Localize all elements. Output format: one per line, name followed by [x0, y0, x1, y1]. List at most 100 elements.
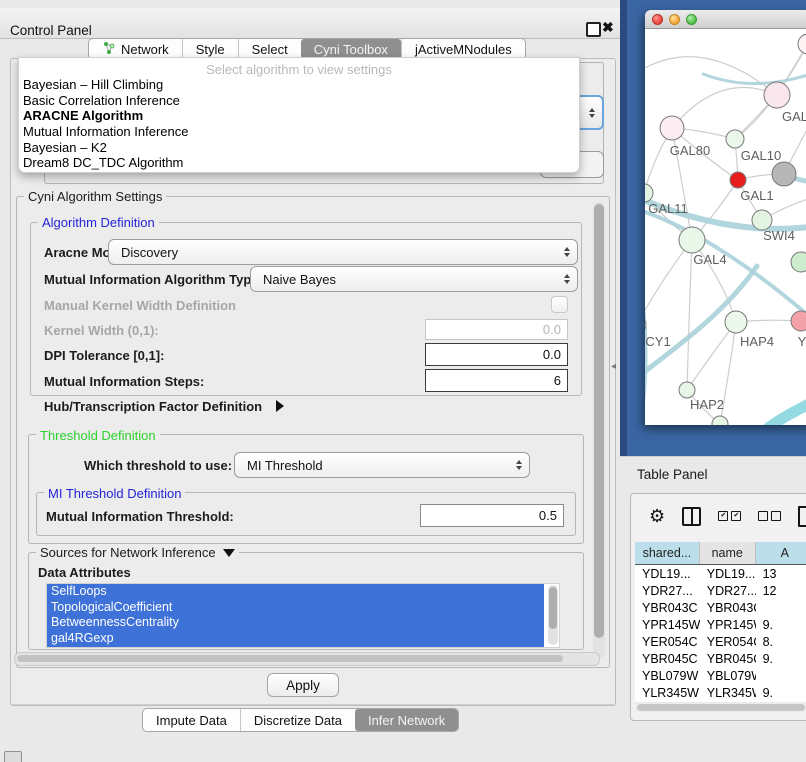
zoom-traffic-light-icon[interactable] [686, 14, 697, 25]
tab-discretize-data[interactable]: Discretize Data [240, 709, 355, 731]
table-row[interactable]: YBR043CYBR043C [635, 599, 806, 616]
algorithm-option[interactable]: Basic Correlation Inference [23, 93, 573, 109]
tab-infer-network[interactable]: Infer Network [355, 709, 458, 731]
mi-steps-field[interactable]: 6 [425, 369, 568, 392]
attribute-list-item[interactable]: TopologicalCoefficient [47, 600, 544, 616]
mi-threshold-field[interactable]: 0.5 [420, 504, 564, 527]
network-edge[interactable] [672, 87, 777, 128]
table-cell: 9. [756, 652, 806, 666]
column-layout-icon[interactable] [682, 507, 701, 526]
kernel-width-field[interactable]: 0.0 [425, 319, 568, 340]
node-right-green[interactable] [791, 252, 806, 272]
table-cell: 13 [756, 567, 806, 581]
network-graph[interactable]: GALGAL80GAL10GAL1GAL11SWI4GAL4GCY1HAP4YH… [645, 28, 806, 425]
table-cell: YPR145W [635, 618, 700, 632]
float-window-icon[interactable] [586, 22, 601, 37]
column-header-shared[interactable]: shared... [635, 542, 700, 564]
settings-hscrollbar-thumb[interactable] [17, 655, 563, 662]
node-gal-pink[interactable] [764, 82, 790, 108]
node-gal11[interactable] [645, 184, 653, 202]
close-traffic-light-icon[interactable] [652, 14, 663, 25]
node-hap2[interactable] [679, 382, 695, 398]
table-row[interactable]: YDR27...YDR27...12 [635, 582, 806, 599]
expand-section-icon[interactable] [276, 400, 284, 412]
network-view-window[interactable]: GALGAL80GAL10GAL1GAL11SWI4GAL4GCY1HAP4YH… [645, 10, 806, 425]
table-row[interactable]: YBR045CYBR045C9. [635, 650, 806, 667]
aracne-mode-select[interactable]: Discovery [108, 239, 578, 265]
table-row[interactable]: YDL19...YDL19...13 [635, 565, 806, 582]
node-swi4[interactable] [752, 210, 772, 230]
table-cell: YLR345W [635, 686, 700, 700]
attributes-scrollbar-thumb[interactable] [549, 587, 557, 629]
mi-algorithm-type-select[interactable]: Naive Bayes [250, 266, 578, 292]
table-row[interactable]: YBL079WYBL079W [635, 667, 806, 684]
select-all-columns-icon[interactable]: ✔✔ [718, 511, 741, 521]
network-window-titlebar[interactable] [645, 10, 806, 29]
tab-label: Infer Network [368, 713, 445, 728]
node-hap4[interactable] [725, 311, 747, 333]
kernel-width-label: Kernel Width (0,1): [44, 323, 159, 338]
attribute-list-item[interactable]: BetweennessCentrality [47, 615, 544, 631]
node-label: GAL80 [670, 143, 710, 158]
node-bottom[interactable] [712, 416, 728, 425]
attributes-scrollbar[interactable] [548, 585, 558, 645]
which-threshold-select[interactable]: MI Threshold [234, 452, 530, 478]
node-gal4[interactable] [679, 227, 705, 253]
network-edge[interactable] [645, 240, 692, 325]
attribute-list-item[interactable]: gal4RGexp [47, 631, 544, 647]
algorithm-option[interactable]: ARACNE Algorithm [23, 108, 573, 124]
close-icon[interactable]: ✖ [602, 19, 614, 36]
node-gal10[interactable] [726, 130, 744, 148]
tab-label: Network [121, 42, 169, 57]
dpi-tolerance-field[interactable]: 0.0 [425, 343, 568, 366]
column-header-name[interactable]: name [700, 542, 756, 564]
tab-network[interactable]: Network [89, 39, 182, 59]
collapse-section-icon[interactable] [223, 549, 235, 557]
tab-impute-data[interactable]: Impute Data [143, 709, 240, 731]
minimize-traffic-light-icon[interactable] [669, 14, 680, 25]
algorithm-option[interactable]: Bayesian – K2 [23, 140, 573, 156]
node-salmon[interactable] [791, 311, 806, 331]
tab-cyni-toolbox[interactable]: Cyni Toolbox [301, 39, 401, 59]
panel-splitter-grip[interactable]: ◂ [611, 361, 616, 372]
sources-title: Sources for Network Inference [36, 545, 239, 560]
table-hscrollbar[interactable] [635, 702, 806, 712]
node-gal80[interactable] [660, 116, 684, 140]
settings-hscrollbar[interactable] [14, 652, 600, 666]
which-threshold-label: Which threshold to use: [84, 458, 232, 473]
export-table-icon[interactable] [798, 506, 806, 527]
node-label: SWI4 [763, 228, 795, 243]
settings-scrollbar-thumb[interactable] [594, 204, 604, 638]
table-cell: 9. [756, 618, 806, 632]
attribute-list-item[interactable]: SelfLoops [47, 584, 544, 600]
table-row[interactable]: YLR345WYLR345W9. [635, 684, 806, 701]
apply-button[interactable]: Apply [267, 673, 339, 697]
settings-scrollbar[interactable] [593, 202, 605, 658]
algorithm-option[interactable]: Dream8 DC_TDC Algorithm [23, 155, 573, 171]
node-gal1[interactable] [730, 172, 746, 188]
deselect-all-columns-icon[interactable] [758, 511, 781, 521]
table-row[interactable]: YER054CYER054C8. [635, 633, 806, 650]
desktop-edge-shadow [620, 0, 627, 456]
algorithm-option[interactable]: Bayesian – Hill Climbing [23, 77, 573, 93]
threshold-definition-title: Threshold Definition [36, 428, 160, 443]
node-table: shared...nameA YDL19...YDL19...13YDR27..… [635, 542, 806, 702]
tab-style[interactable]: Style [182, 39, 238, 59]
node-gray[interactable] [772, 162, 796, 186]
minimized-window-chip[interactable] [4, 751, 22, 762]
table-cell: YER054C [635, 635, 700, 649]
cyni-bottom-tabs: Impute DataDiscretize Data Infer Network [142, 708, 459, 732]
node-top-cut[interactable] [798, 34, 806, 54]
table-settings-gear-icon[interactable]: ⚙ [649, 507, 665, 525]
control-panel-titlebar[interactable]: Control Panel ✖ [0, 8, 620, 39]
table-row[interactable]: YPR145WYPR145W9. [635, 616, 806, 633]
tab-select[interactable]: Select [238, 39, 301, 59]
tab-jactivemnodules[interactable]: jActiveMNodules [401, 39, 525, 59]
column-header-A[interactable]: A [756, 542, 806, 564]
algorithm-option[interactable]: Mutual Information Inference [23, 124, 573, 140]
table-hscrollbar-thumb[interactable] [637, 704, 805, 711]
table-cell: YBR043C [635, 601, 700, 615]
network-edge[interactable] [687, 240, 692, 390]
manual-kernel-width-checkbox[interactable] [551, 296, 568, 313]
network-edge-weighted[interactable] [763, 400, 806, 425]
